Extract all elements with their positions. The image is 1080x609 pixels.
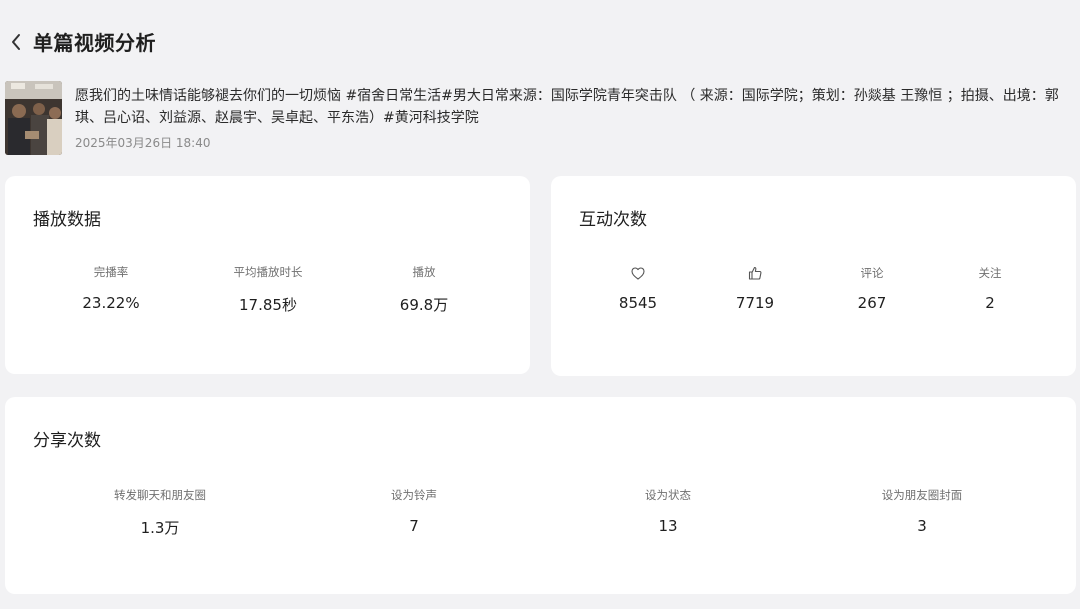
metric-value: 23.22% (82, 294, 140, 312)
metric-label: 完播率 (93, 265, 129, 279)
metric-label: 转发聊天和朋友圈 (114, 488, 206, 502)
likes-metric: 8545 (588, 264, 688, 312)
thumbs-up-icon (748, 266, 762, 280)
share-title: 分享次数 (33, 431, 101, 451)
metric-value: 3 (917, 517, 927, 535)
video-description: 愿我们的土味情话能够褪去你们的一切烦恼 #宿舍日常生活#男大日常来源：国际学院青… (75, 88, 1059, 126)
metric-label: 评论 (860, 266, 884, 280)
heart-icon (631, 266, 645, 280)
metric-icon-holder (588, 264, 688, 282)
back-button[interactable] (6, 28, 26, 56)
thumbs-up-metric: 7719 (705, 264, 805, 312)
interaction-card: 互动次数 8545 7719 评论 267 关注 2 (551, 176, 1076, 376)
play-data-card: 播放数据 完播率 23.22% 平均播放时长 17.85秒 播放 69.8万 (5, 176, 530, 374)
page-title: 单篇视频分析 (33, 31, 156, 55)
set-status-metric: 设为状态 13 (588, 487, 748, 535)
metric-label: 关注 (978, 266, 1002, 280)
interaction-title: 互动次数 (579, 210, 647, 230)
metric-label: 播放 (412, 265, 436, 279)
metric-label: 设为朋友圈封面 (881, 488, 963, 502)
metric-value: 267 (857, 294, 887, 312)
comments-metric: 评论 267 (822, 264, 922, 312)
video-thumbnail-image (5, 81, 62, 155)
video-thumbnail[interactable] (5, 81, 62, 155)
avg-play-duration-metric: 平均播放时长 17.85秒 (208, 264, 328, 315)
set-ringtone-metric: 设为铃声 7 (334, 487, 494, 535)
metric-value: 7719 (735, 294, 775, 312)
metric-value: 8545 (618, 294, 658, 312)
metric-label: 平均播放时长 (233, 265, 303, 279)
share-card: 分享次数 转发聊天和朋友圈 1.3万 设为铃声 7 设为状态 13 设为朋友圈封… (5, 397, 1076, 594)
video-publish-date: 2025年03月26日 18:40 (75, 136, 211, 150)
metric-icon-holder (705, 264, 805, 282)
metric-value: 69.8万 (399, 296, 449, 314)
page-header: 单篇视频分析 (0, 0, 1080, 80)
chevron-left-icon (12, 34, 20, 50)
metric-value: 2 (985, 294, 995, 312)
forward-chat-moments-metric: 转发聊天和朋友圈 1.3万 (80, 487, 240, 538)
metric-value: 17.85秒 (239, 296, 297, 314)
metric-value: 13 (658, 517, 678, 535)
plays-metric: 播放 69.8万 (374, 264, 474, 315)
metric-label: 设为状态 (645, 488, 691, 502)
video-info: 愿我们的土味情话能够褪去你们的一切烦恼 #宿舍日常生活#男大日常来源：国际学院青… (5, 81, 1075, 161)
metric-value: 7 (409, 517, 419, 535)
metric-label: 设为铃声 (391, 488, 437, 502)
metric-value: 1.3万 (140, 519, 180, 537)
play-data-title: 播放数据 (33, 210, 101, 230)
set-moments-cover-metric: 设为朋友圈封面 3 (842, 487, 1002, 535)
follows-metric: 关注 2 (940, 264, 1040, 312)
completion-rate-metric: 完播率 23.22% (61, 264, 161, 312)
